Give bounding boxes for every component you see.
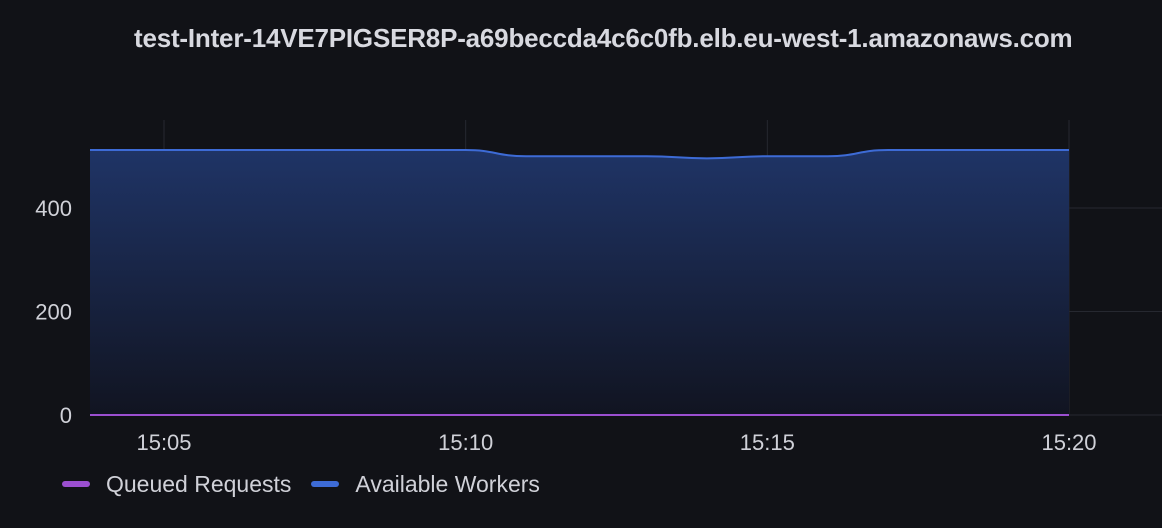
series-areas: [90, 150, 1069, 416]
x-tick-label: 15:05: [136, 430, 191, 455]
x-tick-label: 15:15: [740, 430, 795, 455]
legend: Queued Requests Available Workers: [62, 466, 560, 502]
legend-swatch: [62, 481, 90, 487]
chart-panel: test-Inter-14VE7PIGSER8P-a69beccda4c6c0f…: [0, 0, 1162, 528]
legend-item-queued-requests[interactable]: Queued Requests: [62, 471, 291, 498]
legend-swatch: [311, 481, 340, 487]
y-tick-label: 200: [35, 300, 72, 325]
available-workers-area: [90, 150, 1069, 416]
chart-plot: 0 200 400 15:05 15:10 15:15 15:20: [35, 120, 1162, 455]
legend-label: Available Workers: [355, 470, 540, 497]
x-tick-label: 15:10: [438, 430, 493, 455]
legend-item-available-workers[interactable]: Available Workers: [311, 471, 540, 498]
legend-label: Queued Requests: [106, 470, 292, 497]
y-axis-ticks: 0 200 400: [35, 196, 72, 428]
x-axis-ticks: 15:05 15:10 15:15 15:20: [136, 430, 1096, 455]
y-tick-label: 0: [60, 403, 72, 428]
y-tick-label: 400: [35, 196, 72, 221]
x-tick-label: 15:20: [1041, 430, 1096, 455]
